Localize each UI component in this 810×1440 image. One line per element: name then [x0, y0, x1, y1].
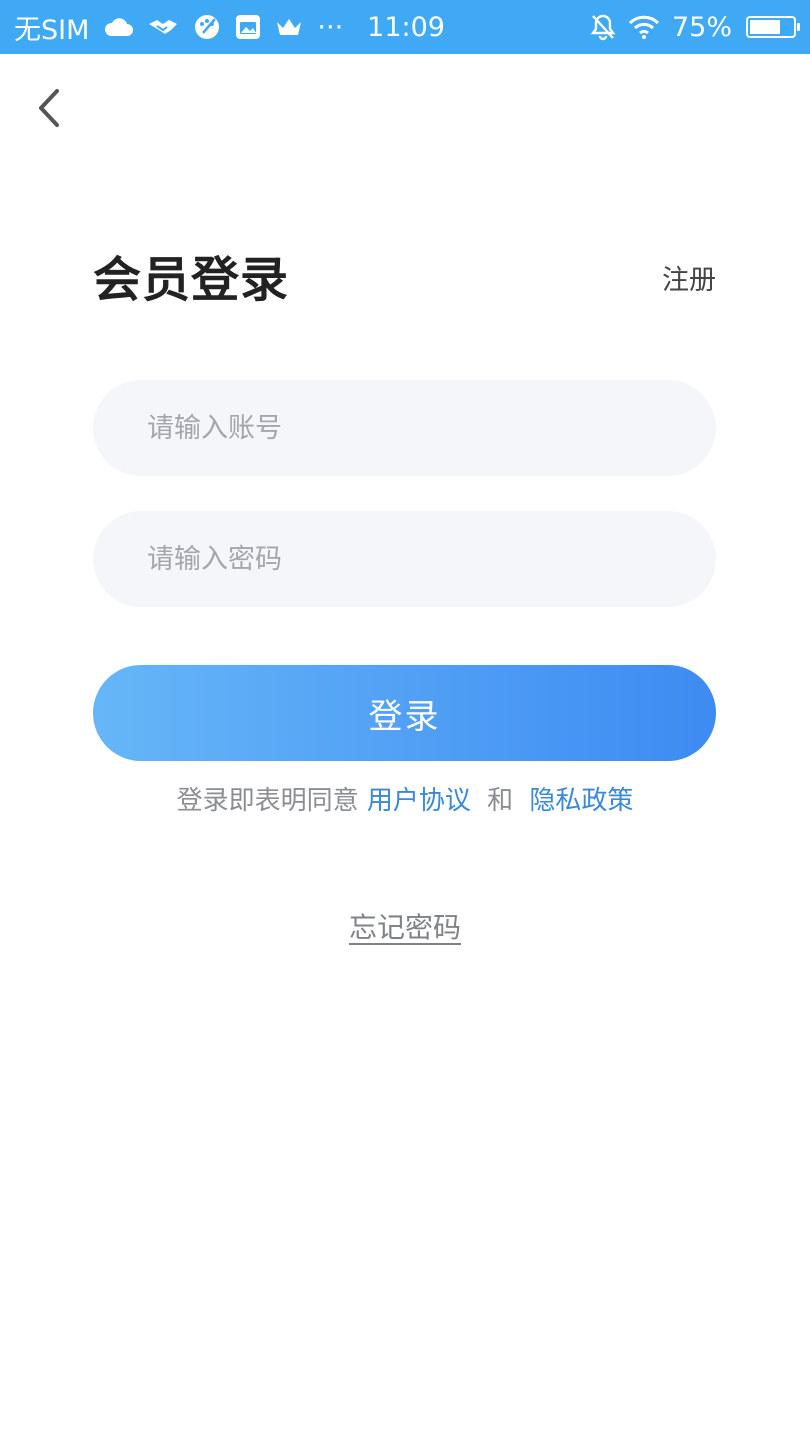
- forgot-password-link[interactable]: 忘记密码: [0, 906, 810, 946]
- chevron-left-icon: [39, 89, 59, 127]
- crown-icon: [275, 16, 303, 38]
- status-bar: 无SIM ··· 11:09 75%: [0, 0, 810, 54]
- palette-icon: [193, 13, 221, 41]
- more-indicator: ···: [317, 11, 344, 43]
- cloud-icon: [103, 16, 134, 38]
- bell-off-icon: [590, 13, 616, 41]
- password-field-container: [93, 511, 716, 607]
- account-input[interactable]: [145, 411, 664, 445]
- battery-icon: [746, 16, 800, 38]
- agreement-and: 和: [487, 786, 514, 816]
- back-button[interactable]: [26, 82, 70, 134]
- status-bar-left: 无SIM ··· 11:09: [14, 8, 590, 47]
- agreement-prefix: 登录即表明同意: [176, 786, 359, 816]
- status-bar-right: 75%: [590, 11, 800, 43]
- battery-percent: 75%: [671, 11, 732, 43]
- wifi-icon: [628, 15, 660, 39]
- login-button[interactable]: 登录: [93, 665, 716, 761]
- agreement-text: 登录即表明同意 用户协议 和 隐私政策: [0, 780, 810, 817]
- password-input[interactable]: [145, 542, 664, 576]
- carrier-label: 无SIM: [14, 14, 90, 46]
- account-field-container: [93, 380, 716, 476]
- clock: 11:09: [367, 11, 445, 43]
- gallery-icon: [235, 14, 261, 40]
- page-title: 会员登录: [93, 252, 290, 308]
- register-link[interactable]: 注册: [662, 258, 716, 297]
- battery-level-fill: [750, 20, 781, 34]
- user-agreement-link[interactable]: 用户协议: [367, 786, 471, 816]
- privacy-policy-link[interactable]: 隐私政策: [529, 786, 633, 816]
- handshake-icon: [147, 16, 179, 38]
